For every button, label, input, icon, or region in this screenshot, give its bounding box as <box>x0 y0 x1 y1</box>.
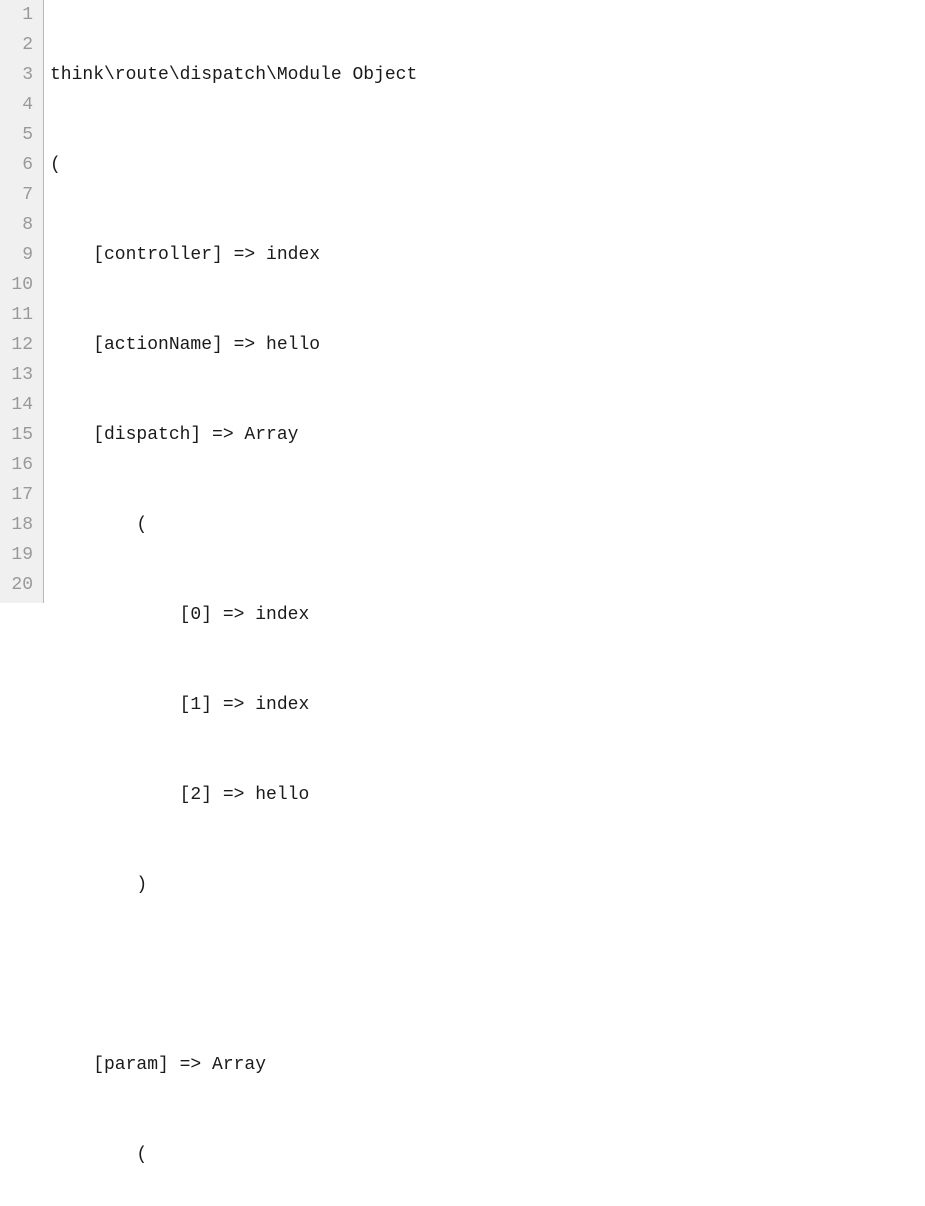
code-line: [2] => hello <box>50 780 925 810</box>
line-number: 1 <box>8 0 33 30</box>
line-number: 10 <box>8 270 33 300</box>
code-line: [controller] => index <box>50 240 925 270</box>
line-number: 3 <box>8 60 33 90</box>
code-line: ( <box>50 1140 925 1170</box>
code-line: ( <box>50 510 925 540</box>
code-line: ( <box>50 150 925 180</box>
line-number: 17 <box>8 480 33 510</box>
line-number: 16 <box>8 450 33 480</box>
line-number: 18 <box>8 510 33 540</box>
line-number: 5 <box>8 120 33 150</box>
line-number: 2 <box>8 30 33 60</box>
line-number: 8 <box>8 210 33 240</box>
line-number: 7 <box>8 180 33 210</box>
line-number: 9 <box>8 240 33 270</box>
line-number: 4 <box>8 90 33 120</box>
line-number-gutter: 1 2 3 4 5 6 7 8 9 10 11 12 13 14 15 16 1… <box>0 0 44 603</box>
code-area[interactable]: think\route\dispatch\Module Object ( [co… <box>44 0 925 603</box>
code-line: [0] => index <box>50 600 925 630</box>
code-line: think\route\dispatch\Module Object <box>50 60 925 90</box>
code-line: [param] => Array <box>50 1050 925 1080</box>
line-number: 6 <box>8 150 33 180</box>
line-number: 20 <box>8 570 33 600</box>
line-number: 13 <box>8 360 33 390</box>
line-number: 12 <box>8 330 33 360</box>
code-line <box>50 960 925 990</box>
line-number: 19 <box>8 540 33 570</box>
code-line: [actionName] => hello <box>50 330 925 360</box>
code-line: [dispatch] => Array <box>50 420 925 450</box>
line-number: 15 <box>8 420 33 450</box>
line-number: 14 <box>8 390 33 420</box>
code-line: ) <box>50 870 925 900</box>
code-line: [1] => index <box>50 690 925 720</box>
line-number: 11 <box>8 300 33 330</box>
